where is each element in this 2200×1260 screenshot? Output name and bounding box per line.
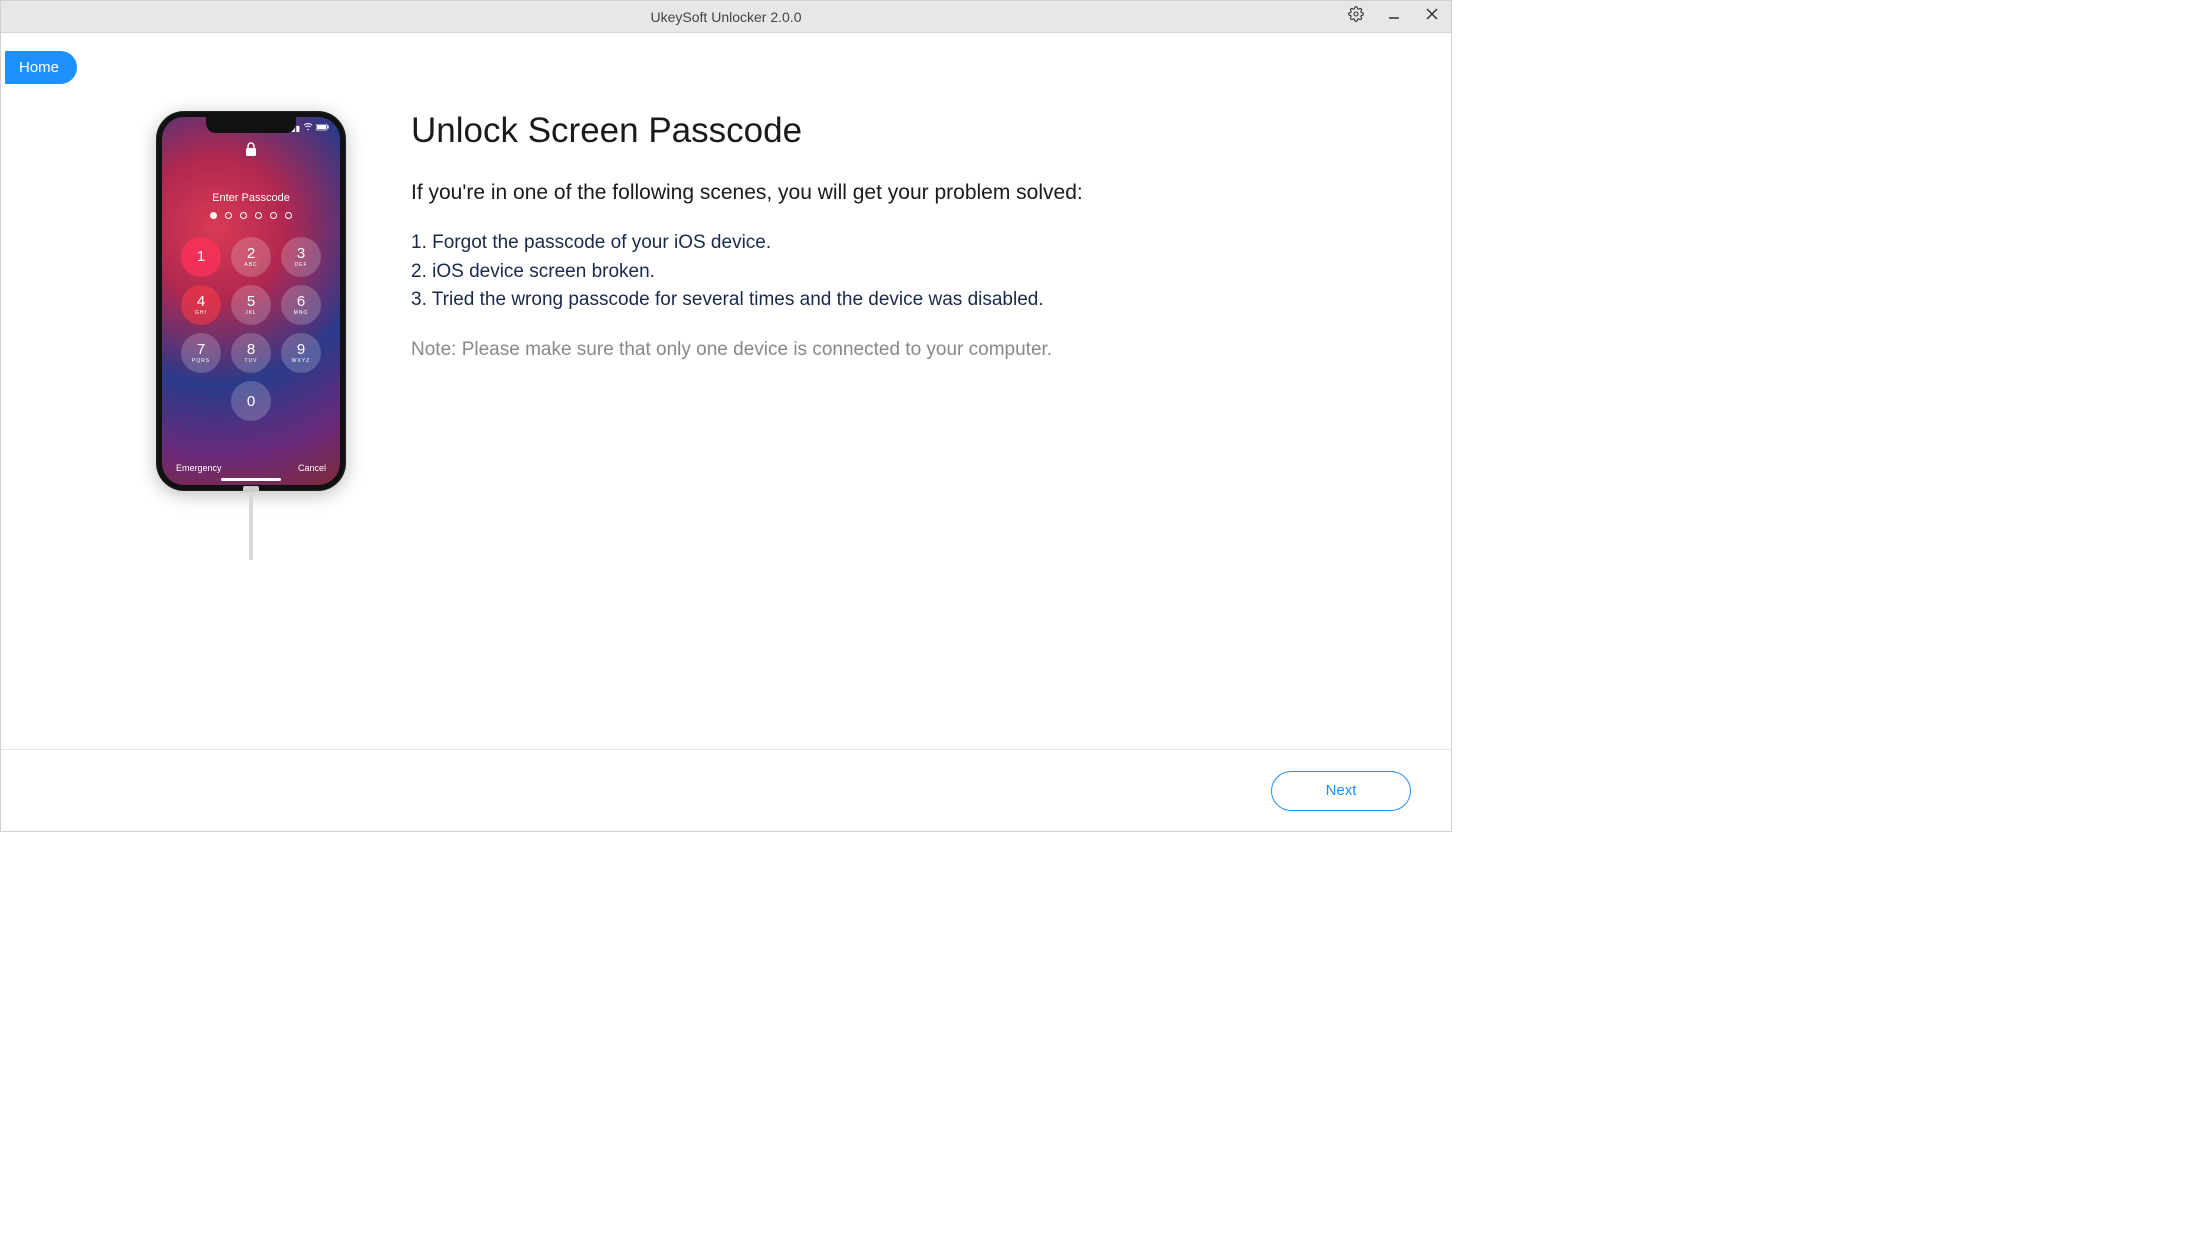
keypad-key-9: 9WXYZ bbox=[281, 333, 321, 373]
page-subheading: If you're in one of the following scenes… bbox=[411, 181, 1411, 205]
scene-item: 2. iOS device screen broken. bbox=[411, 258, 1411, 287]
scene-list: 1. Forgot the passcode of your iOS devic… bbox=[411, 229, 1411, 315]
passcode-dot bbox=[255, 212, 262, 219]
phone-mockup: ▮▮▮ Enter Passcode bbox=[156, 111, 346, 491]
window-title: UkeySoft Unlocker 2.0.0 bbox=[651, 9, 802, 25]
minimize-icon bbox=[1387, 7, 1401, 26]
passcode-dot bbox=[270, 212, 277, 219]
keypad-key-5: 5JKL bbox=[231, 285, 271, 325]
passcode-dot bbox=[210, 212, 217, 219]
lock-icon bbox=[244, 141, 258, 162]
cancel-label: Cancel bbox=[298, 463, 326, 473]
passcode-dot bbox=[240, 212, 247, 219]
gear-icon bbox=[1348, 6, 1364, 27]
phone-bottom-row: Emergency Cancel bbox=[162, 463, 340, 473]
emergency-label: Emergency bbox=[176, 463, 222, 473]
footer: Next bbox=[1, 749, 1451, 831]
close-icon bbox=[1425, 7, 1439, 26]
wifi-icon bbox=[303, 123, 313, 133]
phone-notch bbox=[206, 117, 296, 133]
titlebar-controls bbox=[1341, 1, 1447, 32]
close-button[interactable] bbox=[1417, 1, 1447, 33]
phone-screen: ▮▮▮ Enter Passcode bbox=[162, 117, 340, 485]
next-button-label: Next bbox=[1326, 782, 1357, 799]
usb-cable-icon bbox=[249, 490, 253, 560]
next-button[interactable]: Next bbox=[1271, 771, 1411, 811]
keypad-key-0: 0 bbox=[231, 381, 271, 421]
info-panel: Unlock Screen Passcode If you're in one … bbox=[411, 111, 1411, 560]
enter-passcode-label: Enter Passcode bbox=[212, 192, 290, 204]
home-button[interactable]: Home bbox=[5, 51, 77, 84]
titlebar: UkeySoft Unlocker 2.0.0 bbox=[1, 1, 1451, 33]
passcode-dot bbox=[225, 212, 232, 219]
keypad-key-4: 4GHI bbox=[181, 285, 221, 325]
scene-item: 1. Forgot the passcode of your iOS devic… bbox=[411, 229, 1411, 258]
battery-icon bbox=[316, 124, 330, 133]
passcode-dot bbox=[285, 212, 292, 219]
keypad-key-3: 3DEF bbox=[281, 237, 321, 277]
minimize-button[interactable] bbox=[1379, 1, 1409, 33]
keypad-key-6: 6MNO bbox=[281, 285, 321, 325]
keypad-key-7: 7PQRS bbox=[181, 333, 221, 373]
settings-button[interactable] bbox=[1341, 1, 1371, 33]
phone-keypad: 1 2ABC 3DEF 4GHI 5JKL 6MNO 7PQRS 8TUV 9W… bbox=[181, 237, 321, 421]
scene-item: 3. Tried the wrong passcode for several … bbox=[411, 286, 1411, 315]
page-heading: Unlock Screen Passcode bbox=[411, 111, 1411, 151]
phone-illustration: ▮▮▮ Enter Passcode bbox=[151, 111, 351, 560]
keypad-key-2: 2ABC bbox=[231, 237, 271, 277]
note-text: Note: Please make sure that only one dev… bbox=[411, 339, 1411, 361]
home-button-label: Home bbox=[19, 59, 59, 76]
home-indicator bbox=[221, 478, 281, 481]
content-area: Home ▮▮▮ bbox=[1, 33, 1451, 749]
passcode-dots bbox=[210, 212, 292, 219]
keypad-key-8: 8TUV bbox=[231, 333, 271, 373]
keypad-key-1: 1 bbox=[181, 237, 221, 277]
